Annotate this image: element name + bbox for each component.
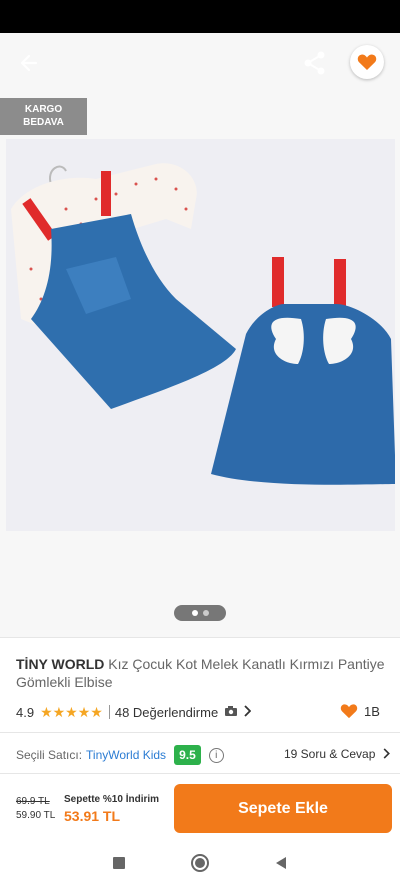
favorite-button[interactable] [350,45,384,79]
rating-value: 4.9 [16,704,35,720]
chevron-right-icon [243,704,252,720]
seller-name-link[interactable]: TinyWorld Kids [86,748,166,762]
heart-icon [340,704,358,719]
camera-icon [224,705,238,720]
product-title: TİNY WORLD Kız Çocuk Kot Melek Kanatlı K… [16,655,386,691]
divider [0,732,400,733]
pager-dot[interactable] [202,610,209,616]
share-button[interactable] [301,48,329,78]
reviews-link[interactable]: 48 Değerlendirme [115,705,218,720]
old-price: 69.9 TL [16,796,50,807]
badge-line2: BEDAVA [23,117,64,128]
heart-icon [357,54,377,70]
star-rating-icon: ★★★★★ [40,703,103,720]
brand-name[interactable]: TİNY WORLD [16,656,104,672]
bottom-purchase-bar: 69.9 TL 59.90 TL Sepette %10 İndirim 53.… [0,773,400,843]
campaign-label: Sepette %10 İndirim [64,794,160,805]
product-photo [11,163,395,485]
back-nav-button[interactable] [274,856,288,875]
add-to-cart-button[interactable]: Sepete Ekle [174,784,392,833]
square-icon [113,857,125,869]
divider [0,637,400,638]
home-button[interactable] [190,853,210,878]
back-button[interactable] [14,48,44,78]
final-price: 53.91 TL [64,808,121,824]
qa-label: 19 Soru & Cevap [284,747,376,761]
info-icon[interactable]: i [208,747,224,763]
recent-apps-button[interactable] [112,856,126,875]
image-pager[interactable] [174,605,226,621]
pager-dot-active[interactable] [191,610,198,616]
share-icon [304,51,325,75]
seller-score-badge: 9.5 [174,745,201,765]
free-shipping-badge: KARGO BEDAVA [0,98,87,135]
circle-icon [191,854,209,872]
chevron-right-icon [383,748,390,759]
rating-row[interactable]: 4.9 ★★★★★ 48 Değerlendirme [16,702,386,722]
likes-value: 1B [364,703,380,719]
base-price: 59.90 TL [16,810,56,821]
like-count[interactable]: 1B [340,703,380,719]
arrow-left-icon [20,54,38,72]
status-bar [0,0,400,33]
system-nav-bar [0,843,400,888]
seller-label: Seçili Satıcı: [16,748,83,762]
questions-answers-link[interactable]: 19 Soru & Cevap [284,747,390,761]
top-bar [0,33,400,91]
triangle-back-icon [276,857,286,869]
product-image[interactable] [6,139,395,531]
badge-line1: KARGO [24,104,63,115]
separator [108,705,110,719]
